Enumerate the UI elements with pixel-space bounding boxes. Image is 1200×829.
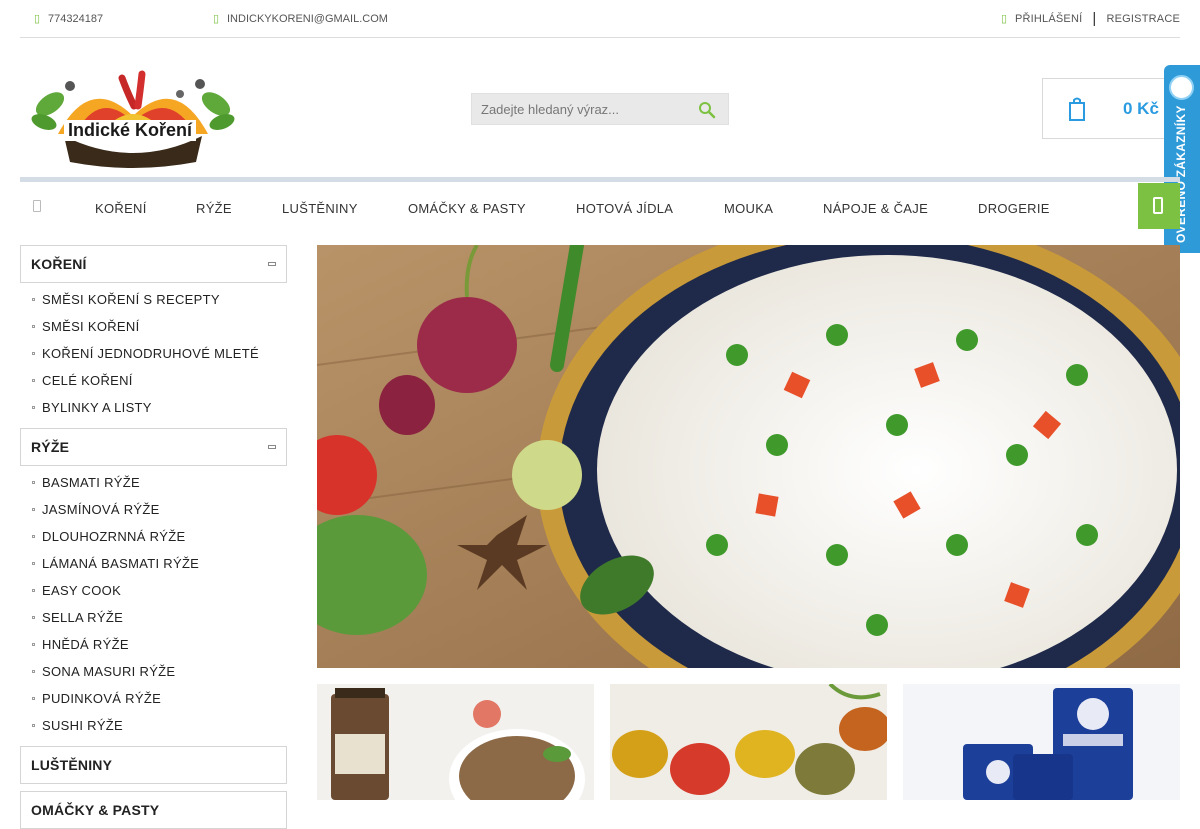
category-header-omacky-pasty[interactable]: OMÁČKY & PASTY [20, 791, 287, 829]
subcategory-label: SMĚSI KOŘENÍ [42, 319, 140, 334]
collapse-icon[interactable] [268, 445, 276, 449]
logo-graphic [31, 70, 235, 168]
top-bar: ▯ 774324187 ▯ INDICKYKORENI@GMAIL.COM ▯ … [20, 0, 1180, 38]
subcategory-item[interactable]: SUSHI RÝŽE [20, 712, 287, 739]
logo-text: Indické Koření [64, 120, 197, 141]
promo-tile-tilda-basmati[interactable] [903, 684, 1180, 800]
subcategory-item[interactable]: PUDINKOVÁ RÝŽE [20, 685, 287, 712]
subcategory-label: BYLINKY A LISTY [42, 400, 152, 415]
subcategory-label: BASMATI RÝŽE [42, 475, 140, 490]
subcategory-item[interactable]: JASMÍNOVÁ RÝŽE [20, 496, 287, 523]
category-sidebar: KOŘENÍ SMĚSI KOŘENÍ S RECEPTY SMĚSI KOŘE… [20, 245, 287, 829]
subcategory-item[interactable]: BYLINKY A LISTY [20, 394, 287, 421]
verified-seal-icon [1169, 75, 1194, 100]
search-box [471, 93, 729, 125]
subcategory-item[interactable]: BASMATI RÝŽE [20, 469, 287, 496]
subcategory-item[interactable]: SONA MASURI RÝŽE [20, 658, 287, 685]
subcategory-item[interactable]: SMĚSI KOŘENÍ S RECEPTY [20, 286, 287, 313]
subcategory-item[interactable]: HNĚDÁ RÝŽE [20, 631, 287, 658]
category-header-ryze[interactable]: RÝŽE [20, 428, 287, 466]
bullet-icon [32, 379, 35, 382]
bullet-icon [32, 352, 35, 355]
brown-rice-image [317, 684, 594, 800]
bullet-icon [32, 508, 35, 511]
subcategory-label: DLOUHOZRNNÁ RÝŽE [42, 529, 186, 544]
cart-total: 0 Kč [1123, 99, 1159, 118]
category-title: KOŘENÍ [31, 256, 87, 272]
site-logo[interactable]: Indické Koření [30, 64, 236, 170]
subcategory-label: SELLA RÝŽE [42, 610, 124, 625]
mobile-menu-button[interactable] [1138, 183, 1180, 229]
subcategory-item[interactable]: LÁMANÁ BASMATI RÝŽE [20, 550, 287, 577]
rice-dish-image [317, 245, 1180, 668]
subcategory-label: LÁMANÁ BASMATI RÝŽE [42, 556, 200, 571]
category-title: RÝŽE [31, 439, 70, 455]
nav-item-lusteniny[interactable]: LUŠTĚNINY [282, 201, 358, 216]
hero-banner[interactable] [317, 245, 1180, 668]
subcategory-list-ryze: BASMATI RÝŽE JASMÍNOVÁ RÝŽE DLOUHOZRNNÁ … [20, 466, 287, 746]
subcategory-label: SONA MASURI RÝŽE [42, 664, 176, 679]
email-contact[interactable]: ▯ INDICKYKORENI@GMAIL.COM [213, 12, 388, 26]
user-icon: ▯ [1000, 13, 1008, 25]
bullet-icon [32, 724, 35, 727]
subcategory-label: PUDINKOVÁ RÝŽE [42, 691, 162, 706]
subcategory-label: SUSHI RÝŽE [42, 718, 124, 733]
category-title: OMÁČKY & PASTY [31, 802, 160, 818]
subcategory-label: SMĚSI KOŘENÍ S RECEPTY [42, 292, 220, 307]
email-address: INDICKYKORENI@GMAIL.COM [227, 12, 388, 25]
phone-icon: ▯ [34, 13, 41, 25]
bullet-icon [32, 616, 35, 619]
subcategory-label: KOŘENÍ JEDNODRUHOVÉ MLETÉ [42, 346, 259, 361]
spice-spoons-image [610, 684, 887, 800]
subcategory-label: HNĚDÁ RÝŽE [42, 637, 129, 652]
bullet-icon [32, 481, 35, 484]
nav-item-napoje-caje[interactable]: NÁPOJE & ČAJE [823, 201, 928, 216]
search-input[interactable] [472, 94, 692, 124]
subcategory-list-koreni: SMĚSI KOŘENÍ S RECEPTY SMĚSI KOŘENÍ KOŘE… [20, 283, 287, 428]
category-title: LUŠTĚNINY [31, 757, 113, 773]
nav-item-ryze[interactable]: RÝŽE [196, 201, 232, 216]
main-navigation: KOŘENÍ RÝŽE LUŠTĚNINY OMÁČKY & PASTY HOT… [20, 182, 1180, 234]
account-links: ▯ PŘIHLÁŠENÍ | REGISTRACE [1000, 10, 1180, 27]
phone-icon [1153, 197, 1163, 214]
nav-item-drogerie[interactable]: DROGERIE [978, 201, 1050, 216]
phone-number: 774324187 [48, 12, 104, 25]
bullet-icon [32, 325, 35, 328]
subcategory-item[interactable]: DLOUHOZRNNÁ RÝŽE [20, 523, 287, 550]
bullet-icon [32, 406, 35, 409]
subcategory-label: EASY COOK [42, 583, 122, 598]
nav-item-hotova-jidla[interactable]: HOTOVÁ JÍDLA [576, 201, 673, 216]
bullet-icon [32, 697, 35, 700]
subcategory-item[interactable]: KOŘENÍ JEDNODRUHOVÉ MLETÉ [20, 340, 287, 367]
promo-tile-spices[interactable] [610, 684, 887, 800]
bullet-icon [32, 670, 35, 673]
envelope-icon: ▯ [213, 13, 220, 25]
search-icon[interactable] [698, 101, 716, 119]
subcategory-item[interactable]: SELLA RÝŽE [20, 604, 287, 631]
nav-item-mouka[interactable]: MOUKA [724, 201, 773, 216]
subcategory-item[interactable]: CELÉ KOŘENÍ [20, 367, 287, 394]
nav-item-koreni[interactable]: KOŘENÍ [95, 201, 147, 216]
promo-tile-brown-rice[interactable] [317, 684, 594, 800]
phone-contact[interactable]: ▯ 774324187 [34, 12, 104, 26]
category-header-lusteniny[interactable]: LUŠTĚNINY [20, 746, 287, 784]
bullet-icon [32, 535, 35, 538]
tilda-basmati-bags-image [903, 684, 1180, 800]
category-header-koreni[interactable]: KOŘENÍ [20, 245, 287, 283]
home-icon[interactable] [33, 200, 41, 212]
bullet-icon [32, 298, 35, 301]
shopping-bag-icon [1069, 97, 1085, 121]
nav-item-omacky-pasty[interactable]: OMÁČKY & PASTY [408, 201, 526, 216]
subcategory-item[interactable]: SMĚSI KOŘENÍ [20, 313, 287, 340]
link-separator: | [1092, 10, 1097, 27]
subcategory-item[interactable]: EASY COOK [20, 577, 287, 604]
bullet-icon [32, 589, 35, 592]
collapse-icon[interactable] [268, 262, 276, 266]
bullet-icon [32, 562, 35, 565]
subcategory-label: JASMÍNOVÁ RÝŽE [42, 502, 160, 517]
login-link[interactable]: PŘIHLÁŠENÍ [1015, 13, 1082, 25]
subcategory-label: CELÉ KOŘENÍ [42, 373, 133, 388]
register-link[interactable]: REGISTRACE [1106, 13, 1180, 25]
bullet-icon [32, 643, 35, 646]
